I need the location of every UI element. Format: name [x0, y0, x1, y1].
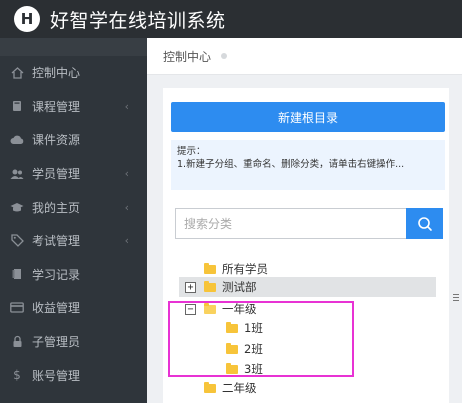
tab-status-dot	[221, 53, 228, 59]
tree-node-grade-two[interactable]: 二年级	[204, 378, 257, 398]
sidebar-item-dashboard[interactable]: 控制中心	[0, 56, 147, 90]
tree-node-label: 二年级	[222, 381, 257, 395]
logo-letter: H	[20, 9, 34, 28]
search-input[interactable]	[175, 208, 406, 239]
sidebar-item-label: 课程管理	[32, 99, 81, 114]
sidebar-item-label: 课件资源	[32, 133, 81, 148]
notebook-icon	[10, 267, 24, 281]
sidebar-item-label: 子管理员	[32, 335, 81, 350]
search-icon	[417, 216, 432, 231]
sidebar-item-exams[interactable]: 考试管理 ‹	[0, 224, 147, 258]
folder-open-icon	[204, 302, 216, 314]
sidebar-top-gap	[0, 38, 147, 56]
dollar-icon: $	[13, 368, 21, 383]
chevron-left-icon: ‹	[124, 234, 129, 248]
sidebar-item-label: 控制中心	[32, 66, 81, 81]
tree-node-label: 测试部	[222, 280, 257, 294]
lock-icon	[10, 335, 24, 349]
tree-node-class-2[interactable]: 2班	[226, 339, 263, 359]
sidebar-item-revenue[interactable]: 收益管理	[0, 291, 147, 325]
tip-text: 1.新建子分组、重命名、删除分类，请单击右键操作...	[177, 159, 405, 170]
sidebar-item-accounts[interactable]: $ 账号管理	[0, 358, 147, 392]
sidebar-item-label: 学习记录	[32, 267, 81, 282]
chevron-left-icon: ‹	[124, 200, 129, 214]
sidebar-item-students[interactable]: 学员管理 ‹	[0, 157, 147, 191]
expand-toggle-icon[interactable]: +	[185, 281, 196, 293]
sidebar-item-label: 账号管理	[32, 368, 81, 383]
breadcrumb: 控制中心	[147, 38, 462, 75]
app-logo[interactable]: H	[14, 6, 40, 32]
sidebar-item-records[interactable]: 学习记录	[0, 258, 147, 292]
sidebar-item-label: 我的主页	[32, 200, 81, 215]
folder-icon	[204, 280, 216, 292]
sidebar-item-label: 考试管理	[32, 234, 81, 249]
sidebar-item-resources[interactable]: 课件资源	[0, 123, 147, 157]
tree-node-label: 3班	[244, 362, 263, 376]
credit-card-icon	[10, 301, 24, 315]
tree-node-all-students[interactable]: 所有学员	[204, 259, 268, 279]
folder-icon	[226, 321, 238, 333]
sidebar-item-label: 学员管理	[32, 167, 81, 182]
folder-icon	[226, 362, 238, 374]
tip-box: 提示： 1.新建子分组、重命名、删除分类，请单击右键操作...	[171, 140, 445, 190]
tip-title: 提示：	[177, 146, 206, 157]
tag-icon	[10, 234, 24, 248]
sidebar-item-label: 收益管理	[32, 301, 81, 316]
search-button[interactable]	[406, 208, 443, 239]
folder-icon	[204, 262, 216, 274]
tree-node-test-dept[interactable]: + 测试部	[185, 277, 257, 297]
resize-handle-icon[interactable]	[453, 294, 459, 306]
breadcrumb-tab-dashboard[interactable]: 控制中心	[163, 48, 211, 65]
users-icon	[10, 167, 24, 181]
sidebar-item-homepage[interactable]: 我的主页 ‹	[0, 190, 147, 224]
sidebar: 控制中心 课程管理 ‹ 课件资源 学员管理 ‹ 我的主页 ‹ 考试管理 ‹ 学习…	[0, 38, 147, 403]
tree-node-class-3[interactable]: 3班	[226, 359, 263, 379]
book-icon	[10, 99, 24, 113]
tree-node-grade-one[interactable]: − 一年级	[185, 299, 257, 319]
top-bar: H 好智学在线培训系统	[0, 0, 462, 38]
sidebar-item-courses[interactable]: 课程管理 ‹	[0, 90, 147, 124]
chevron-left-icon: ‹	[124, 99, 129, 113]
tree-node-class-1[interactable]: 1班	[226, 318, 263, 338]
collapse-toggle-icon[interactable]: −	[185, 303, 196, 315]
graduation-cap-icon	[10, 200, 24, 214]
new-root-directory-button[interactable]: 新建根目录	[171, 102, 445, 132]
category-search	[175, 208, 443, 239]
folder-icon	[226, 342, 238, 354]
home-icon	[10, 66, 24, 80]
main-content: 控制中心 新建根目录 提示： 1.新建子分组、重命名、删除分类，请单击右键操作.…	[147, 38, 462, 403]
sidebar-item-sub-admins[interactable]: 子管理员	[0, 325, 147, 359]
cloud-icon	[10, 133, 24, 147]
tree-node-label: 一年级	[222, 302, 257, 316]
tree-node-label: 2班	[244, 342, 263, 356]
app-title: 好智学在线培训系统	[50, 9, 226, 32]
tree-node-label: 所有学员	[222, 262, 268, 276]
tree-node-label: 1班	[244, 321, 263, 335]
category-panel: 新建根目录 提示： 1.新建子分组、重命名、删除分类，请单击右键操作...	[163, 88, 449, 403]
chevron-left-icon: ‹	[124, 167, 129, 181]
folder-icon	[204, 381, 216, 393]
